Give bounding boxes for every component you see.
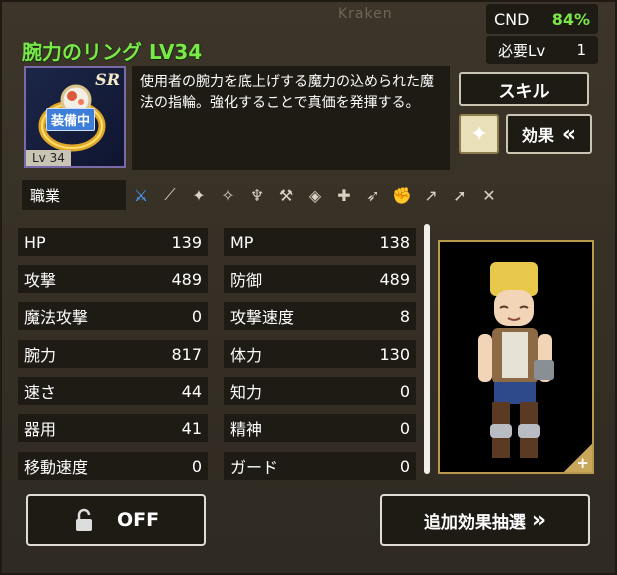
stat-row: ガード 0 — [224, 452, 416, 480]
add-button[interactable]: + — [564, 444, 592, 472]
stat-label: 魔法攻撃 — [24, 308, 89, 327]
stat-row: 移動速度 0 — [18, 452, 208, 480]
required-level-box: 必要Lv 1 — [486, 36, 598, 64]
lock-toggle-button[interactable]: OFF — [26, 494, 206, 546]
dagger-icon: ↗ — [424, 185, 438, 205]
equipped-badge: 装備中 — [46, 108, 96, 131]
stat-row: 魔法攻撃 0 — [18, 302, 208, 330]
stat-row: 精神 0 — [224, 414, 416, 442]
stat-label: 知力 — [230, 383, 263, 402]
stat-value: 138 — [379, 232, 410, 252]
fist-icon: ✊ — [392, 185, 412, 205]
character-figure — [478, 262, 554, 458]
item-title: 腕力のリング LV34 — [22, 40, 203, 64]
required-level-label: 必要Lv — [498, 41, 546, 60]
stat-label: 器用 — [24, 420, 57, 439]
unlock-icon — [75, 508, 92, 531]
stat-value: 0 — [399, 418, 410, 438]
mace-icon: ♆ — [249, 185, 265, 205]
stat-row: 攻撃速度 8 — [224, 302, 416, 330]
sparkle-icon: ✦ — [469, 121, 489, 147]
stat-value: 41 — [181, 418, 202, 438]
stat-row: MP 138 — [224, 228, 416, 256]
condition-box: CND 84% — [486, 4, 598, 34]
condition-label: CND — [494, 9, 530, 29]
stat-label: 攻撃速度 — [230, 308, 295, 327]
stat-value: 489 — [171, 269, 202, 289]
stat-label: 速さ — [24, 383, 57, 402]
item-description: 使用者の腕力を底上げする魔力の込められた魔法の指輪。強化することで真価を発揮する… — [132, 66, 450, 170]
wand-icon: ✦ — [192, 185, 206, 205]
watermark: Kraken — [338, 6, 393, 22]
stat-row: 器用 41 — [18, 414, 208, 442]
extra-effect-lottery-label: 追加効果抽選 — [423, 512, 526, 533]
double-chevron-left-icon: « — [561, 121, 577, 147]
spear-icon: ➚ — [453, 185, 467, 205]
stat-value: 44 — [181, 381, 202, 401]
stat-value: 0 — [399, 381, 410, 401]
stat-label: ガード — [230, 458, 279, 477]
axe-icon: ⚒ — [278, 185, 294, 205]
condition-value: 84% — [551, 9, 590, 29]
sword-icon: ⚔ — [133, 185, 149, 205]
staff-icon: ⟋ — [164, 185, 176, 204]
item-icon[interactable]: SR 装備中 Lv 34 — [24, 66, 126, 168]
extra-effect-lottery-button[interactable]: 追加効果抽選 » — [380, 494, 590, 546]
stat-label: MP — [230, 232, 254, 252]
skill-button[interactable]: スキル — [459, 72, 589, 106]
character-portrait: + — [438, 240, 594, 474]
tome-icon: ◈ — [308, 185, 322, 205]
stat-row: 体力 130 — [224, 340, 416, 368]
job-icons-row: ⚔ ⟋ ✦ ✧ ♆ ⚒ ◈ ✚ ➶ ✊ ↗ ➚ ✕ — [130, 180, 500, 210]
stat-label: 攻撃 — [24, 271, 57, 290]
stat-value: 8 — [399, 306, 410, 326]
stat-label: HP — [24, 232, 46, 252]
item-level-tag: Lv 34 — [26, 150, 71, 166]
job-label: 職業 — [22, 180, 126, 210]
double-chevron-right-icon: » — [531, 507, 547, 533]
effect-button[interactable]: 効果 « — [506, 114, 592, 154]
stat-value: 139 — [171, 232, 202, 252]
stat-value: 0 — [191, 306, 202, 326]
required-level-value: 1 — [576, 41, 586, 59]
stat-value: 817 — [171, 344, 202, 364]
lock-toggle-label: OFF — [116, 509, 160, 531]
stat-value: 0 — [399, 456, 410, 476]
stat-label: 精神 — [230, 420, 263, 439]
stat-label: 腕力 — [24, 346, 57, 365]
stat-row: 知力 0 — [224, 377, 416, 405]
bow-icon: ➶ — [366, 185, 380, 205]
plus-icon: + — [576, 454, 589, 472]
stats-scrollbar-thumb[interactable] — [424, 224, 430, 474]
stat-value: 489 — [379, 269, 410, 289]
stat-row: HP 139 — [18, 228, 208, 256]
rod-icon: ✚ — [337, 185, 351, 205]
stat-value: 0 — [191, 456, 202, 476]
stat-row: 速さ 44 — [18, 377, 208, 405]
stat-value: 130 — [379, 344, 410, 364]
stat-row: 防御 489 — [224, 265, 416, 293]
crossed-swords-icon: ✕ — [482, 185, 496, 205]
claw-icon: ✧ — [221, 185, 235, 205]
stat-label: 体力 — [230, 346, 263, 365]
stat-row: 腕力 817 — [18, 340, 208, 368]
equipment-detail-panel: Kraken 腕力のリング LV34 CND 84% 必要Lv 1 SR 装備中… — [0, 0, 617, 575]
effect-label: 効果 — [521, 126, 554, 145]
stat-label: 防御 — [230, 271, 263, 290]
rarity-badge: SR — [95, 70, 120, 89]
stat-row: 攻撃 489 — [18, 265, 208, 293]
sparkle-button[interactable]: ✦ — [459, 114, 499, 154]
stat-label: 移動速度 — [24, 458, 89, 477]
